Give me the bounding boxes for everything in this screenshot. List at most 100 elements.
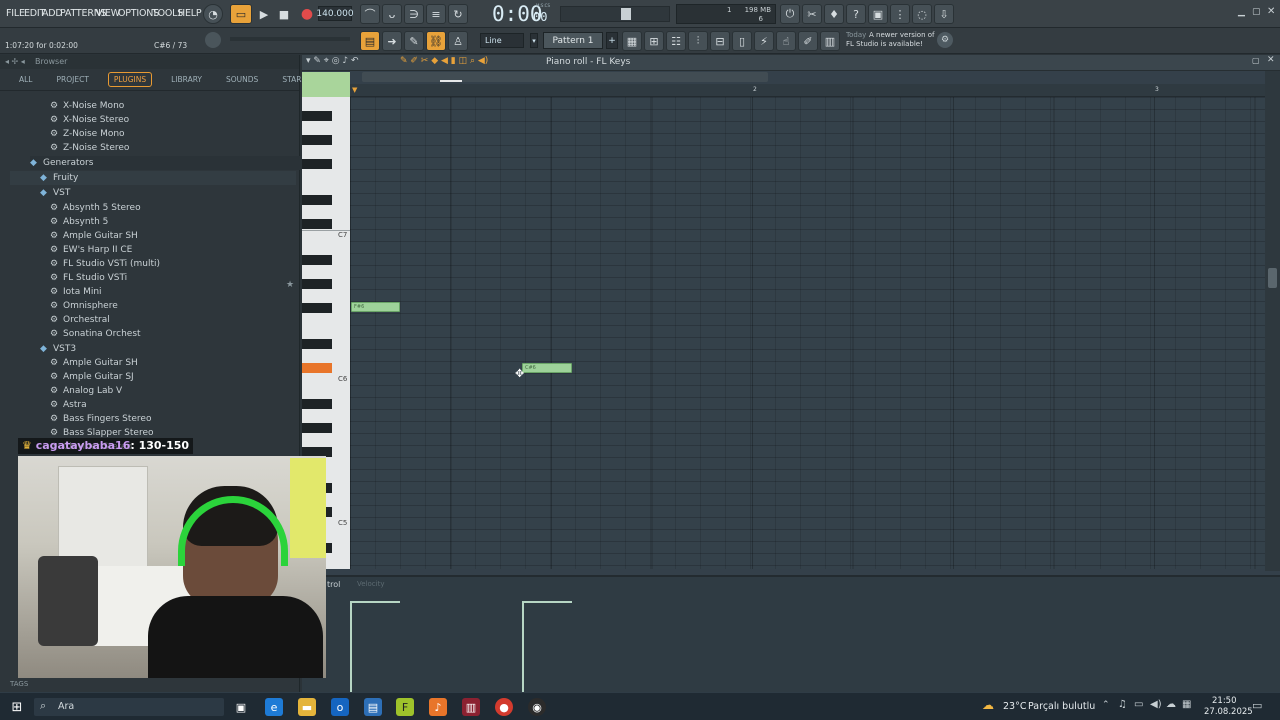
mic-tray-icon[interactable]: ♫ xyxy=(1118,699,1127,710)
snap-dropdown-icon[interactable]: ▾ xyxy=(530,33,538,48)
vertical-scroll-thumb[interactable] xyxy=(1268,268,1277,288)
favorite-star-icon[interactable]: ★ xyxy=(286,280,294,290)
tab-sounds[interactable]: SOUNDS xyxy=(221,73,263,86)
piano-roll-restore-icon[interactable]: ▢ xyxy=(1252,56,1260,65)
browser-plugin-item[interactable]: ⚙ Orchestral xyxy=(50,313,300,327)
velocity-bar-2[interactable] xyxy=(522,601,524,694)
volume-tray-icon[interactable]: ◀) xyxy=(1150,699,1162,710)
news-line-1[interactable]: A newer version of xyxy=(869,31,935,39)
notes-icon[interactable]: ▥ xyxy=(820,31,840,51)
browser-plugin-item[interactable]: ⚙ Ample Guitar SH xyxy=(50,229,300,243)
plug-icon[interactable]: ⚡ xyxy=(754,31,774,51)
chat-icon[interactable]: ◌ xyxy=(912,4,932,24)
browser-plugin-item[interactable]: ⚙ Analog Lab V xyxy=(50,384,300,398)
clock-date[interactable]: 27.08.2025 xyxy=(1204,707,1253,717)
master-knob-icon[interactable]: ◔ xyxy=(203,4,223,24)
tab-library[interactable]: LIBRARY xyxy=(166,73,207,86)
tempo-display[interactable]: 140.000 xyxy=(316,6,354,21)
outlook-icon[interactable]: o xyxy=(331,698,349,716)
playhead-marker-icon[interactable]: ▼ xyxy=(352,86,357,94)
wait-input-icon[interactable]: ᴗ xyxy=(382,4,402,24)
mixer-view-icon[interactable]: ⫶ xyxy=(688,31,708,51)
weather-temp[interactable]: 23°C xyxy=(1003,701,1026,712)
browser-plugin-item[interactable]: ⚙ Z-Noise Stereo xyxy=(50,141,300,155)
browser-plugin-item[interactable]: ⚙ Bass Fingers Stereo xyxy=(50,412,300,426)
browser-plugin-item[interactable]: ⚙ FL Studio VSTi xyxy=(50,271,300,285)
menu-file[interactable]: FILE xyxy=(6,8,25,19)
clock-time[interactable]: 21:50 xyxy=(1212,696,1237,706)
black-key[interactable] xyxy=(302,423,332,433)
obs-icon[interactable]: ◉ xyxy=(528,698,546,716)
browser-plugin-item[interactable]: ⚙ Z-Noise Mono xyxy=(50,127,300,141)
display-tray-icon[interactable]: ▭ xyxy=(1134,699,1143,710)
tags-label[interactable]: TAGS xyxy=(10,680,28,688)
playlist-icon[interactable]: ▦ xyxy=(622,31,642,51)
stamp-icon[interactable]: ♙ xyxy=(448,31,468,51)
browser-plugin-item[interactable]: ⚙ Absynth 5 xyxy=(50,215,300,229)
cloud-tray-icon[interactable]: ☁ xyxy=(1166,699,1176,710)
black-key[interactable] xyxy=(302,219,332,229)
black-key[interactable] xyxy=(302,399,332,409)
vertical-scrollbar[interactable] xyxy=(1265,71,1280,571)
volume-handle[interactable] xyxy=(621,8,631,20)
browser-plugin-item[interactable]: ⚙ X-Noise Stereo xyxy=(50,113,300,127)
menu-help[interactable]: HELP xyxy=(178,8,202,19)
winrar-icon[interactable]: ▥ xyxy=(462,698,480,716)
notification-icon[interactable]: ▭ xyxy=(1252,699,1262,712)
chart-icon[interactable]: ⊞ xyxy=(644,31,664,51)
black-key[interactable] xyxy=(302,339,332,349)
store-icon[interactable]: ▤ xyxy=(364,698,382,716)
black-key[interactable] xyxy=(302,135,332,145)
taskbar-search[interactable]: ⌕ Ara xyxy=(34,698,224,716)
browser-folder[interactable]: ◆ Generators xyxy=(30,156,300,170)
file-explorer-icon[interactable]: ▬ xyxy=(298,698,316,716)
browser-plugin-item[interactable]: ⚙ FL Studio VSTi (multi) xyxy=(50,257,300,271)
browser-folder[interactable]: ◆ Fruity xyxy=(10,171,296,185)
add-pattern-icon[interactable]: + xyxy=(606,32,618,49)
metronome-icon[interactable]: ⌒ xyxy=(360,4,380,24)
note-grid[interactable]: F#6 C#6 ✥ xyxy=(350,97,1265,569)
weather-icon[interactable]: ☁ xyxy=(982,698,994,712)
browser-plugin-item[interactable]: ⚙ Absynth 5 Stereo xyxy=(50,201,300,215)
help-icon[interactable]: ? xyxy=(846,4,866,24)
fl-studio-icon[interactable]: ♪ xyxy=(429,698,447,716)
black-key[interactable] xyxy=(302,159,332,169)
file-icon[interactable]: ▯ xyxy=(732,31,752,51)
browser-view-icon[interactable]: ⊟ xyxy=(710,31,730,51)
browser-plugin-item[interactable]: ⚙ Ample Guitar SH xyxy=(50,356,300,370)
pitch-knob-icon[interactable] xyxy=(205,32,221,48)
arrow-right-icon[interactable]: ➜ xyxy=(382,31,402,51)
browser-plugin-item[interactable]: ⚙ Omnisphere xyxy=(50,299,300,313)
pattern-selector[interactable]: Pattern 1 xyxy=(543,32,603,49)
black-key[interactable] xyxy=(302,111,332,121)
black-key[interactable] xyxy=(302,255,332,265)
weather-text[interactable]: Parçalı bulutlu xyxy=(1028,701,1095,712)
browser-plugin-item[interactable]: ⚙ Astra xyxy=(50,398,300,412)
edge-icon[interactable]: e xyxy=(265,698,283,716)
pat-song-toggle[interactable]: ▭ xyxy=(230,4,252,24)
keyboard-tray-icon[interactable]: ▦ xyxy=(1182,699,1191,710)
control-label[interactable]: trol xyxy=(327,580,340,589)
windows-start-icon[interactable]: ⊞ xyxy=(8,698,26,716)
touch-icon[interactable]: ☝ xyxy=(776,31,796,51)
browser-menu-icon[interactable]: ◂ ✢ ◂ xyxy=(5,55,25,69)
step-edit-icon[interactable]: ≡ xyxy=(426,4,446,24)
stop-button[interactable]: ■ xyxy=(274,4,294,24)
browser-plugin-item[interactable]: ⚙ X-Noise Mono xyxy=(50,99,300,113)
record-button[interactable]: ● xyxy=(297,4,317,24)
piano-roll-tools-icon[interactable]: ▾ ✎ ⌖ ◎ ♪ ↶ xyxy=(306,56,359,66)
browser-plugin-item[interactable]: ⚙ EW's Harp II CE xyxy=(50,243,300,257)
tray-chevron-icon[interactable]: ⌃ xyxy=(1102,700,1110,710)
download-icon[interactable]: ⇩ xyxy=(934,4,954,24)
window-minimize-icon[interactable]: ▁ xyxy=(1238,7,1245,17)
link-icon[interactable]: ⛓ xyxy=(426,31,446,51)
piano-roll-close-icon[interactable]: ✕ xyxy=(1267,55,1275,65)
play-button[interactable]: ▶ xyxy=(254,4,274,24)
black-key[interactable] xyxy=(302,195,332,205)
velocity-bar-1[interactable] xyxy=(350,601,352,694)
pencil-icon[interactable]: ✎ xyxy=(404,31,424,51)
browser-plugin-item[interactable]: ⚙ Iota Mini xyxy=(50,285,300,299)
loop-record-icon[interactable]: ↻ xyxy=(448,4,468,24)
black-key[interactable] xyxy=(302,303,332,313)
active-key-c-sharp-6[interactable] xyxy=(302,363,332,373)
